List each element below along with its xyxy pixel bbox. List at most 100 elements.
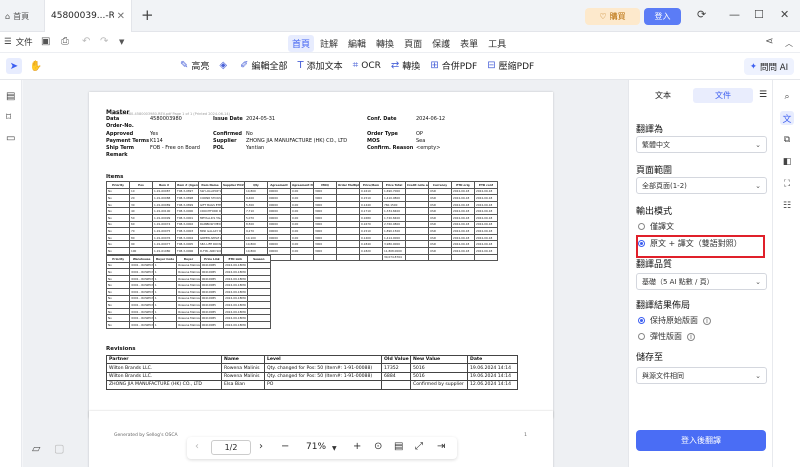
file-menu[interactable]: ☰ 文件	[4, 36, 33, 48]
bookmark-icon[interactable]: ⌑	[6, 112, 11, 123]
print-icon[interactable]: ⎙	[61, 36, 69, 47]
items-cell	[336, 220, 360, 229]
menu-annotate[interactable]: 註解	[316, 35, 342, 52]
items-cell: 00000	[267, 207, 291, 215]
menu-protect[interactable]: 保護	[428, 35, 454, 52]
items-header-cell: Item #	[152, 181, 176, 189]
layout-option-label: 保持原始版面	[650, 316, 698, 325]
buy-button[interactable]: ♡ 購買	[585, 8, 640, 25]
sync-icon[interactable]: ⟳	[697, 8, 706, 21]
convert-icon: ⇄	[390, 60, 400, 71]
menu-edit[interactable]: 編輯	[344, 35, 370, 52]
layout-keep-original[interactable]: 保持原始版面 i	[638, 315, 711, 326]
properties-icon[interactable]: ☷	[780, 199, 794, 213]
save-icon[interactable]: ▣	[41, 36, 50, 47]
home-icon: ⌂	[5, 11, 11, 21]
minimize-icon[interactable]: —	[729, 8, 740, 21]
eraser-tool[interactable]: ◈	[219, 60, 230, 71]
highlight-tool[interactable]: ✎ 高亮	[180, 59, 209, 72]
header-key: Data	[106, 116, 120, 122]
prev-page-icon[interactable]: ‹	[195, 441, 199, 452]
quick-access-dropdown-icon[interactable]: ▼	[119, 38, 124, 46]
warehouse-cell: 2024-09-18MO	[223, 281, 248, 289]
close-tab-icon[interactable]: ✕	[117, 11, 125, 22]
warehouse-header-cell: Season	[246, 255, 272, 263]
fit-page-icon[interactable]: ⊙	[374, 441, 382, 452]
zoom-dropdown-icon[interactable]: ▼	[332, 445, 337, 452]
comment-icon[interactable]: ▭	[6, 133, 15, 144]
warehouse-cell: Rowena Malinis	[176, 320, 201, 329]
zoom-out-icon[interactable]: −	[281, 441, 289, 452]
page-range-select[interactable]: 全部頁面(1-2) ⌄	[636, 177, 767, 194]
translate-icon[interactable]: 文	[780, 111, 794, 125]
items-cell: 1-91-01080	[152, 246, 176, 255]
undo-icon[interactable]: ↶	[82, 36, 90, 47]
warehouse-cell: 1	[152, 287, 178, 296]
ocr-tool[interactable]: ⌗ OCR	[353, 60, 381, 71]
login-to-translate-button[interactable]: 登入後翻譯	[636, 430, 766, 451]
items-cell: 2024-09-18	[451, 240, 475, 248]
single-page-icon[interactable]: ▤	[394, 441, 403, 452]
warehouse-cell: 00410085	[199, 281, 225, 289]
select-tool-icon[interactable]: ➤	[6, 58, 22, 74]
compare-icon[interactable]: ⧉	[780, 133, 794, 147]
items-cell: 00000	[267, 194, 291, 202]
layout-flexible[interactable]: 彈性版面 i	[638, 331, 695, 342]
share-icon[interactable]: ⋖	[765, 36, 773, 47]
table-row: No301-91-00089T08-3-0899GIFT BAGS ETERNA…	[106, 200, 498, 209]
lock-icon[interactable]: ▢	[54, 442, 64, 455]
home-tab[interactable]: ⌂ 首頁	[0, 0, 44, 32]
hand-tool-icon[interactable]: ✋	[28, 58, 44, 74]
fullscreen-icon[interactable]: ⤢	[415, 441, 423, 452]
add-text-tool[interactable]: T 添加文本	[298, 59, 343, 72]
compress-pdf-tool[interactable]: ⊟ 壓縮PDF	[487, 59, 534, 72]
items-cell: No	[106, 187, 130, 196]
document-tab[interactable]: 45800039...-REV.pdf ✕	[44, 0, 132, 32]
menu-form[interactable]: 表單	[456, 35, 482, 52]
page-indicator[interactable]: 1/2	[211, 440, 251, 455]
document-canvas[interactable]: 4580003980-4580003980-REV.pdf Page 1 of …	[23, 80, 628, 467]
warehouse-cell: Rowena Malinis	[176, 261, 201, 270]
add-text-icon: T	[297, 60, 304, 71]
zoom-level[interactable]: 71%	[306, 442, 326, 452]
info-icon[interactable]: i	[687, 332, 695, 341]
items-cell: 00000	[267, 233, 291, 242]
items-cell: 0.00	[290, 213, 314, 222]
pdf-page-1: 4580003980-4580003980-REV.pdf Page 1 of …	[89, 92, 553, 418]
close-window-icon[interactable]: ✕	[780, 8, 789, 21]
merge-pdf-tool[interactable]: ⊞ 合併PDF	[430, 59, 477, 72]
tab-file[interactable]: 文件	[693, 88, 753, 103]
ocr-scan-icon[interactable]: ⛶	[780, 177, 794, 191]
next-page-icon[interactable]: ›	[259, 441, 263, 452]
search-icon[interactable]: ⌕	[780, 90, 794, 104]
menu-convert[interactable]: 轉換	[372, 35, 398, 52]
quality-select[interactable]: 基礎（5 AI 點數 / 頁） ⌄	[636, 273, 767, 290]
maximize-icon[interactable]: ☐	[754, 8, 764, 21]
new-tab-button[interactable]: +	[141, 6, 154, 24]
edit-all-tool[interactable]: ✐ 編輯全部	[240, 59, 287, 72]
login-button[interactable]: 登入	[644, 8, 681, 25]
translate-to-select[interactable]: 繁體中文 ⌄	[636, 136, 767, 153]
menu-home[interactable]: 首頁	[288, 35, 315, 52]
page-view-icon[interactable]: ▱	[32, 442, 40, 455]
ai-chat-icon[interactable]: ◧	[780, 155, 794, 169]
output-mode-translation-only[interactable]: 僅譯文	[638, 221, 674, 232]
info-icon[interactable]: i	[703, 316, 711, 325]
items-cell: 10,800	[244, 187, 268, 196]
menu-tools[interactable]: 工具	[484, 35, 510, 52]
items-cell	[359, 253, 383, 262]
ask-ai-button[interactable]: ✦ 問問 AI	[744, 58, 794, 75]
thumbnails-icon[interactable]: ▤	[6, 91, 15, 102]
tab-text[interactable]: 文本	[633, 88, 693, 103]
zoom-in-icon[interactable]: +	[353, 441, 361, 452]
menu-page[interactable]: 頁面	[400, 35, 426, 52]
collapse-ribbon-icon[interactable]: ︿	[785, 38, 793, 49]
redo-icon[interactable]: ↷	[100, 36, 108, 47]
convert-tool[interactable]: ⇄ 轉換	[391, 59, 420, 72]
warehouse-cell: No	[105, 287, 131, 296]
items-cell: 10,800	[244, 240, 268, 248]
panel-menu-icon[interactable]: ☰	[759, 90, 767, 100]
save-to-select[interactable]: 與源文件相同 ⌄	[636, 367, 767, 384]
exit-icon[interactable]: ⇥	[437, 441, 445, 452]
items-cell: 30	[129, 200, 153, 209]
